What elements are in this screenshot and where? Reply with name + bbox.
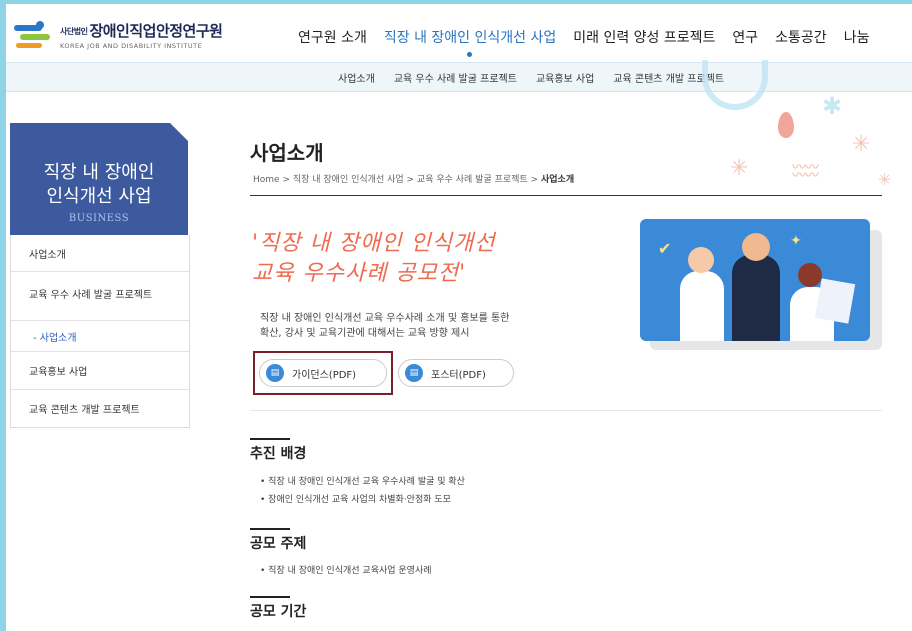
contest-headline: '직장 내 장애인 인식개선 교육 우수사례 공모전': [252, 229, 495, 289]
gnb-item-sharing[interactable]: 나눔: [844, 27, 870, 47]
decorative-waves: 〰〰 〰〰: [792, 160, 819, 184]
content-separator: [250, 410, 882, 411]
logo-english: KOREA JOB AND DISABILITY INSTITUTE: [60, 42, 203, 50]
sidebar-title-line1: 직장 내 장애인: [43, 162, 155, 183]
breadcrumb-current: 사업소개: [540, 175, 575, 185]
subnav-item-business-intro[interactable]: 사업소개: [338, 70, 375, 85]
logo-name: 장애인직업안정연구원: [89, 22, 223, 40]
decorative-star-icon: ✱: [822, 92, 843, 120]
sidebar-header: 직장 내 장애인인식개선 사업 BUSINESS: [10, 123, 188, 235]
subnav-item-best-practice[interactable]: 교육 우수 사례 발굴 프로젝트: [394, 70, 517, 85]
logo-small-text: 사단법인: [60, 27, 88, 36]
section-title-topic: 공모 주제: [250, 528, 306, 553]
gnb-item-institute[interactable]: 연구원 소개: [298, 27, 367, 47]
background-bullet-1: • 직장 내 장애인 인식개선 교육 우수사례 발굴 및 확산: [260, 477, 465, 487]
sidebar-subitem-business-intro[interactable]: - 사업소개: [11, 320, 189, 351]
illustration-bulb-icon: ✦: [790, 233, 802, 249]
decorative-drop: [778, 112, 794, 138]
site-logo[interactable]: 사단법인 장애인직업안정연구원 KOREA JOB AND DISABILITY …: [14, 20, 223, 50]
gnb-item-research[interactable]: 연구: [732, 27, 758, 47]
top-header: 사단법인 장애인직업안정연구원 KOREA JOB AND DISABILITY …: [6, 0, 912, 62]
poster-pdf-button[interactable]: ▤ 포스터(PDF): [398, 359, 514, 387]
section-title-period: 공모 기간: [250, 596, 306, 621]
headline-line1: '직장 내 장애인 인식개선: [252, 231, 496, 256]
intro-text: 직장 내 장애인 인식개선 교육 우수사례 소개 및 홍보를 통한 확산, 강사…: [260, 311, 600, 341]
breadcrumb-path[interactable]: Home > 직장 내 장애인 인식개선 사업 > 교육 우수 사례 발굴 프로…: [253, 175, 541, 185]
title-divider: [250, 195, 882, 196]
page-title: 사업소개: [250, 141, 324, 165]
sidebar-menu: 사업소개 교육 우수 사례 발굴 프로젝트 - 사업소개 교육홍보 사업 교육 …: [10, 235, 190, 428]
breadcrumb: Home > 직장 내 장애인 인식개선 사업 > 교육 우수 사례 발굴 프로…: [253, 172, 574, 185]
illustration-paper: [814, 278, 856, 324]
background-bullet-2: • 장애인 인식개선 교육 사업의 차별화·안정화 도모: [260, 495, 451, 505]
sidebar-item-best-practice[interactable]: 교육 우수 사례 발굴 프로젝트: [11, 271, 189, 320]
logo-mark-icon: [14, 21, 50, 49]
sidebar-item-contents[interactable]: 교육 콘텐츠 개발 프로젝트: [11, 389, 189, 427]
decorative-sparkle-icon: ✳: [878, 170, 892, 189]
gnb-item-community[interactable]: 소통공간: [775, 27, 827, 47]
poster-pdf-label: 포스터(PDF): [431, 369, 486, 381]
section-title-background: 추진 배경: [250, 438, 306, 463]
gnb-item-awareness[interactable]: 직장 내 장애인 인식개선 사업: [384, 27, 556, 57]
decorative-ring: [702, 60, 768, 110]
sidebar-item-promotion[interactable]: 교육홍보 사업: [11, 351, 189, 389]
intro-line2: 확산, 강사 및 교육기관에 대해서는 교육 방향 제시: [260, 328, 470, 339]
gnb-item-future-talent[interactable]: 미래 인력 양성 프로젝트: [573, 27, 715, 47]
sub-nav: 사업소개 교육 우수 사례 발굴 프로젝트 교육홍보 사업 교육 콘텐츠 개발 …: [6, 62, 912, 92]
global-nav: 연구원 소개 직장 내 장애인 인식개선 사업 미래 인력 양성 프로젝트 연구…: [298, 27, 886, 57]
document-icon: ▤: [405, 364, 423, 382]
intro-line1: 직장 내 장애인 인식개선 교육 우수사례 소개 및 홍보를 통한: [260, 313, 510, 324]
sidebar-item-business-intro[interactable]: 사업소개: [11, 235, 189, 271]
topic-bullet-1: • 직장 내 장애인 인식개선 교육사업 운영사례: [260, 566, 432, 576]
headline-line2: 교육 우수사례 공모전': [252, 261, 467, 286]
people-illustration: ✔ ✦: [640, 219, 870, 341]
sidebar-subtitle: BUSINESS: [68, 213, 130, 224]
decorative-sparkle-icon: ✳: [730, 156, 749, 181]
illustration-check-icon: ✔: [658, 239, 672, 258]
sidebar-title-line2: 인식개선 사업: [46, 186, 152, 207]
highlight-box: [253, 351, 393, 395]
decorative-sparkle-icon: ✳: [852, 132, 871, 157]
subnav-item-promotion[interactable]: 교육홍보 사업: [536, 70, 594, 85]
